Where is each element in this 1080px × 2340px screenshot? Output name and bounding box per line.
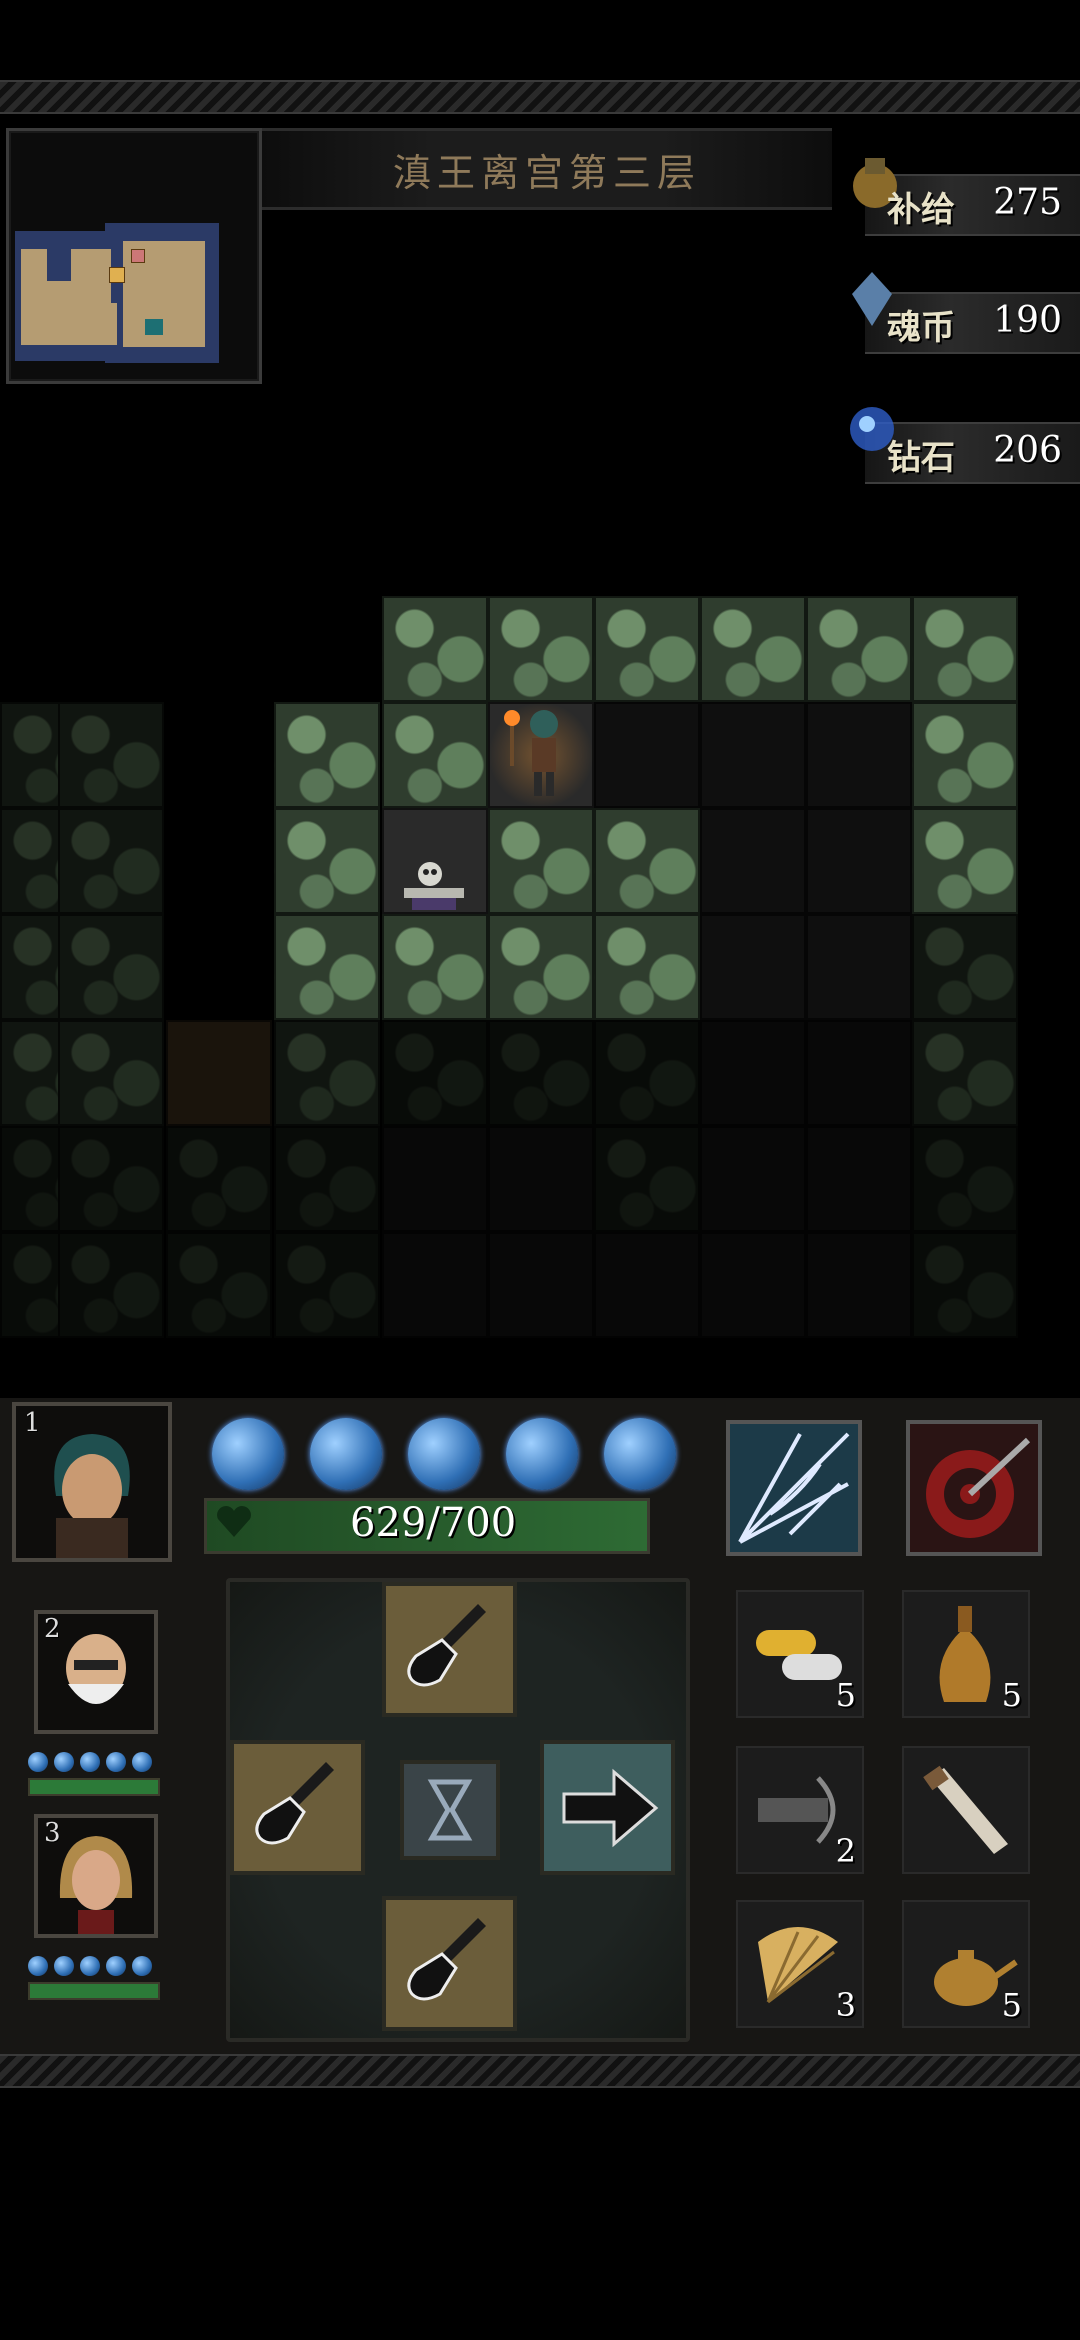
item-count: 5 xyxy=(1001,1986,1022,2024)
dig-up-button[interactable] xyxy=(382,1582,517,1717)
resource-supply: 补给 275 xyxy=(853,158,1080,236)
energy-orb-icon xyxy=(80,1956,100,1976)
level-banner: 滇王离宫第三层 xyxy=(262,128,832,210)
web-skill-button[interactable] xyxy=(726,1420,862,1556)
item-teapot[interactable]: 5 xyxy=(902,1900,1030,2028)
item-count: 5 xyxy=(835,1676,856,1714)
slot-number: 3 xyxy=(44,1818,61,1848)
energy-orb-icon xyxy=(106,1956,126,1976)
energy-orb-icon xyxy=(54,1956,74,1976)
resource-label: 补给 xyxy=(887,190,955,230)
dig-down-button[interactable] xyxy=(382,1896,517,2031)
bottom-border xyxy=(0,2054,1080,2088)
skeleton-remains[interactable] xyxy=(382,852,488,922)
minimap-player-icon xyxy=(131,249,145,263)
shovel-icon xyxy=(407,1604,486,1687)
item-count: 3 xyxy=(835,1986,856,2024)
player-character[interactable] xyxy=(488,702,594,808)
member-2-hp-bar xyxy=(28,1778,160,1796)
telescope-icon xyxy=(923,1765,1008,1854)
energy-orb-icon xyxy=(310,1418,382,1490)
hourglass-wait-icon xyxy=(427,1779,473,1841)
resource-label: 钻石 xyxy=(887,438,955,478)
heart-icon xyxy=(217,1506,251,1537)
move-right-button[interactable] xyxy=(540,1740,675,1875)
leader-portrait[interactable]: 1 xyxy=(12,1402,172,1562)
level-title: 滇王离宫第三层 xyxy=(392,150,701,195)
item-fan[interactable]: 3 xyxy=(736,1900,864,2028)
item-telescope[interactable] xyxy=(902,1746,1030,1874)
dungeon-map[interactable] xyxy=(0,590,1080,1400)
minimap[interactable] xyxy=(6,128,262,384)
resource-label: 魂币 xyxy=(887,308,955,348)
minimap-chest-icon xyxy=(109,267,125,283)
dig-left-button[interactable] xyxy=(230,1740,365,1875)
resource-soul-coin: 魂币 190 xyxy=(852,272,1080,354)
energy-orb-icon xyxy=(604,1418,676,1490)
resource-value: 190 xyxy=(993,300,1062,341)
energy-orb-icon xyxy=(132,1752,152,1772)
resource-value: 275 xyxy=(993,182,1062,223)
resource-diamond: 钻石 206 xyxy=(850,407,1080,484)
top-border xyxy=(0,80,1080,114)
energy-orb-icon xyxy=(506,1418,578,1490)
item-bottle[interactable]: 5 xyxy=(902,1590,1030,1718)
energy-orb-icon xyxy=(80,1752,100,1772)
shovel-icon xyxy=(255,1762,334,1845)
energy-orb-icon xyxy=(54,1752,74,1772)
member-portrait-2[interactable]: 2 xyxy=(34,1610,158,1734)
slot-number: 2 xyxy=(44,1614,61,1644)
item-pills[interactable]: 5 xyxy=(736,1590,864,1718)
target-arrow-skill-button[interactable] xyxy=(906,1420,1042,1556)
energy-orb-icon xyxy=(212,1418,284,1490)
energy-orb-icon xyxy=(132,1956,152,1976)
resource-value: 206 xyxy=(993,430,1062,471)
arrow-right-icon xyxy=(562,1768,659,1848)
web-skill-icon xyxy=(738,1432,850,1544)
member-portrait-3[interactable]: 3 xyxy=(34,1814,158,1938)
energy-orb-icon xyxy=(28,1752,48,1772)
member-3-hp-bar xyxy=(28,1982,160,2000)
shovel-icon xyxy=(407,1918,486,2001)
slot-number: 1 xyxy=(24,1408,41,1438)
target-arrow-skill-icon xyxy=(926,1437,1031,1538)
item-crossbow[interactable]: 2 xyxy=(736,1746,864,1874)
energy-orb-icon xyxy=(106,1752,126,1772)
energy-orb-icon xyxy=(408,1418,480,1490)
item-count: 5 xyxy=(1001,1676,1022,1714)
wait-button[interactable] xyxy=(400,1760,500,1860)
energy-orb-icon xyxy=(28,1956,48,1976)
item-count: 2 xyxy=(835,1832,856,1870)
leader-hp-text: 629/700 xyxy=(350,1500,517,1546)
